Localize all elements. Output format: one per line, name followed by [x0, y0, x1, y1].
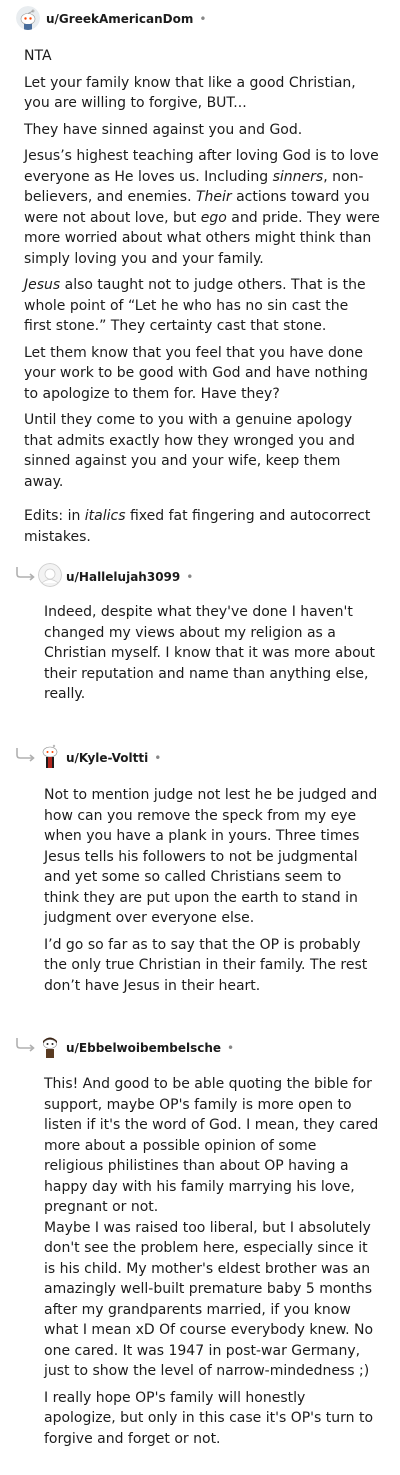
comment-paragraph: This! And good to be able quoting the bi… — [44, 1076, 379, 1215]
reply-arrow-icon — [16, 567, 35, 581]
comment-paragraph: Not to mention judge not lest he be judg… — [44, 787, 378, 926]
comment-header: u/GreekAmericanDom • — [0, 4, 400, 34]
comment-header: u/Ebbelwoibembelsche • — [0, 1033, 400, 1063]
snoo-avatar[interactable] — [38, 744, 62, 768]
comment-paragraph: I really hope OP's family will honestly … — [44, 1389, 374, 1447]
comment-paragraph: Jesus’s highest teaching after loving Go… — [24, 148, 380, 267]
username[interactable]: u/Hallelujah3099 • — [66, 570, 193, 584]
separator-dot: • — [154, 751, 162, 765]
comment-ebbelwoibembelsche: u/Ebbelwoibembelsche • This! And good to … — [0, 1033, 400, 1447]
comment-paragraph: Let them know that you feel that you hav… — [24, 344, 369, 402]
comment-header: u/Hallelujah3099 • — [0, 562, 400, 592]
comment-header: u/Kyle-Voltti • — [0, 743, 400, 773]
username[interactable]: u/Kyle-Voltti • — [66, 751, 161, 765]
comment-greekamericandom: u/GreekAmericanDom • NTA Let your family … — [0, 4, 400, 545]
comment-paragraph: NTA — [24, 48, 52, 64]
comment-body: Indeed, despite what they've done I have… — [44, 602, 380, 711]
snoo-avatar[interactable] — [16, 6, 40, 30]
comment-paragraph: Until they come to you with a genuine ap… — [24, 412, 355, 490]
reply-arrow-icon — [16, 748, 35, 762]
comment-kyle-voltti: u/Kyle-Voltti • Not to mention judge not … — [0, 743, 400, 994]
comment-body: This! And good to be able quoting the bi… — [44, 1074, 380, 1455]
comment-hallelujah3099: u/Hallelujah3099 • Indeed, despite what t… — [0, 562, 400, 702]
separator-dot: • — [227, 1041, 235, 1055]
default-avatar[interactable] — [38, 563, 62, 587]
edits-note: Edits: in italics fixed fat fingering an… — [24, 508, 371, 545]
separator-dot: • — [199, 12, 207, 26]
username[interactable]: u/Ebbelwoibembelsche • — [66, 1041, 234, 1055]
comment-body: Not to mention judge not lest he be judg… — [44, 785, 380, 1002]
separator-dot: • — [186, 570, 194, 584]
comment-paragraph: Maybe I was raised too liberal, but I ab… — [44, 1219, 374, 1380]
username[interactable]: u/GreekAmericanDom • — [46, 12, 206, 26]
comment-paragraph: They have sinned against you and God. — [24, 121, 303, 138]
comment-body: NTA Let your family know that like a goo… — [24, 46, 380, 553]
comment-paragraph: Let your family know that like a good Ch… — [24, 74, 356, 112]
snoo-avatar[interactable] — [38, 1034, 62, 1058]
comment-paragraph: Jesus also taught not to judge others. T… — [24, 277, 366, 334]
reply-arrow-icon — [16, 1038, 35, 1052]
comment-paragraph: Indeed, despite what they've done I have… — [44, 604, 376, 702]
comment-paragraph: I’d go so far as to say that the OP is p… — [44, 936, 368, 994]
